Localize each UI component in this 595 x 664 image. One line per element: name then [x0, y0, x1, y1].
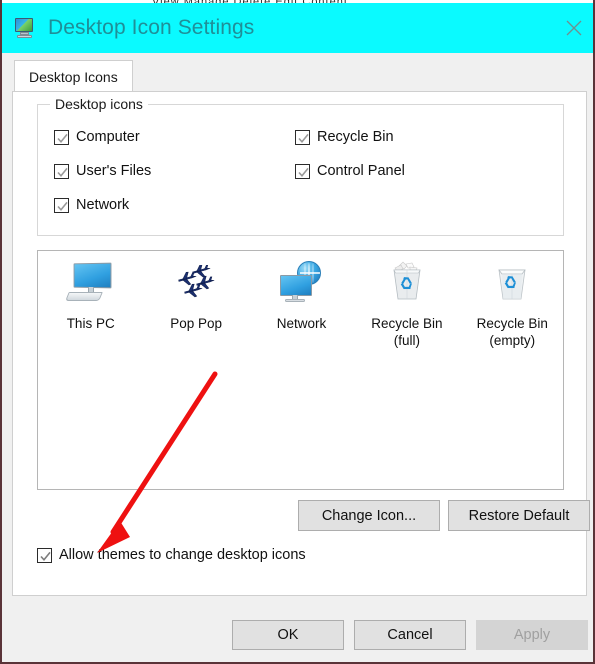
checkbox-box	[295, 163, 310, 179]
network-globe-icon	[275, 259, 327, 311]
checkbox-network[interactable]: Network	[54, 197, 129, 213]
checkbox-label: Network	[76, 197, 130, 213]
restore-default-button-label: Restore Default	[468, 507, 570, 524]
jets-formation-icon	[170, 259, 222, 311]
preview-item-label: This PC	[66, 316, 115, 331]
recycle-bin-empty-icon	[486, 259, 538, 311]
checkbox-box	[37, 547, 52, 563]
tab-content-panel: Desktop icons Computer User's Files Netw…	[12, 91, 590, 596]
desktop-icon-settings-dialog: View Manage Delete Edit Content Desktop …	[0, 0, 595, 664]
checkbox-label: Recycle Bin	[317, 129, 394, 145]
tab-strip: Desktop Icons	[2, 53, 593, 92]
restore-default-button[interactable]: Restore Default	[448, 500, 590, 531]
cancel-button[interactable]: Cancel	[354, 620, 466, 650]
change-icon-button[interactable]: Change Icon...	[298, 500, 440, 531]
preview-item-recycle-bin-full[interactable]: Recycle Bin (full)	[354, 259, 459, 349]
apply-button-label: Apply	[513, 627, 551, 643]
checkbox-label: Control Panel	[317, 163, 405, 179]
groupbox-legend: Desktop icons	[50, 96, 148, 112]
preview-item-pop-pop[interactable]: Pop Pop	[143, 259, 248, 349]
tab-label: Desktop Icons	[29, 68, 118, 85]
checkbox-label: Computer	[76, 129, 140, 145]
checkbox-control-panel[interactable]: Control Panel	[295, 163, 405, 179]
checkbox-box	[54, 129, 69, 145]
preview-item-label: Pop Pop	[170, 316, 222, 331]
title-bar: Desktop Icon Settings	[2, 3, 593, 53]
preview-item-this-pc[interactable]: This PC	[38, 259, 143, 349]
tab-desktop-icons[interactable]: Desktop Icons	[14, 60, 133, 92]
allow-themes-label: Allow themes to change desktop icons	[59, 547, 306, 563]
icon-preview-panel: This PC Pop Pop Network Recycle Bin (ful…	[37, 250, 564, 490]
this-pc-icon	[64, 259, 117, 311]
desktop-icons-groupbox: Desktop icons Computer User's Files Netw…	[37, 96, 564, 236]
preview-item-recycle-bin-empty[interactable]: Recycle Bin (empty)	[460, 259, 565, 349]
checkbox-computer[interactable]: Computer	[54, 129, 140, 145]
apply-button: Apply	[476, 620, 588, 650]
recycle-bin-full-icon	[381, 259, 433, 311]
preview-item-label: Recycle Bin (full)	[371, 316, 443, 348]
checkbox-box	[54, 197, 69, 213]
ok-button-label: OK	[277, 627, 299, 643]
close-icon[interactable]	[551, 3, 593, 53]
checkbox-recycle-bin[interactable]: Recycle Bin	[295, 129, 394, 145]
change-icon-button-label: Change Icon...	[321, 507, 417, 524]
preview-item-label: Network	[276, 316, 327, 331]
preview-item-label: Recycle Bin (empty)	[476, 316, 548, 348]
checkbox-label: User's Files	[76, 163, 152, 179]
checkbox-box	[54, 163, 69, 179]
checkbox-users-files[interactable]: User's Files	[54, 163, 151, 179]
window-title: Desktop Icon Settings	[48, 16, 255, 39]
preview-item-network[interactable]: Network	[249, 259, 354, 349]
cancel-button-label: Cancel	[387, 627, 433, 643]
checkbox-box	[295, 129, 310, 145]
allow-themes-checkbox[interactable]: Allow themes to change desktop icons	[37, 547, 306, 563]
icon-preview-row: This PC Pop Pop Network Recycle Bin (ful…	[38, 259, 565, 349]
ok-button[interactable]: OK	[232, 620, 344, 650]
monitor-display-icon	[14, 17, 36, 39]
